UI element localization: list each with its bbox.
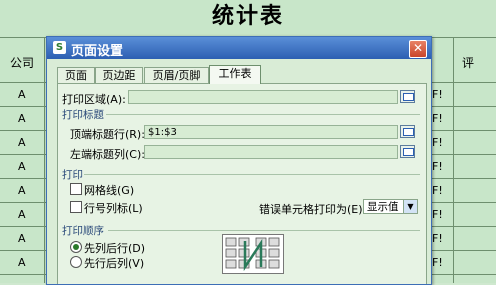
top-rows-field[interactable]: $1:$3 <box>144 125 398 139</box>
row-col-headers-label: 行号列标(L) <box>84 202 143 215</box>
cell-company[interactable]: A <box>18 112 26 125</box>
left-cols-field[interactable] <box>144 145 398 159</box>
left-cols-label: 左端标题列(C): <box>70 148 145 161</box>
tab-header-footer[interactable]: 页眉/页脚 <box>144 67 209 83</box>
top-rows-label: 顶端标题行(R): <box>70 128 145 141</box>
cell-rating[interactable]: F! <box>432 88 443 101</box>
column-header-company: 公司 <box>10 56 35 70</box>
cell-company[interactable]: A <box>18 256 26 269</box>
section-divider <box>84 174 420 175</box>
cell-rating[interactable]: F! <box>432 256 443 269</box>
cell-rating[interactable]: F! <box>432 232 443 245</box>
gridlines-checkbox[interactable] <box>70 183 82 195</box>
error-print-value: 显示值 <box>367 201 399 213</box>
cell-rating[interactable]: F! <box>432 184 443 197</box>
dialog-title: 页面设置 <box>71 44 124 59</box>
app-logo-icon: S <box>53 41 66 54</box>
tab-margins[interactable]: 页边距 <box>95 67 143 83</box>
top-rows-picker-icon[interactable] <box>400 125 415 138</box>
tab-sheet[interactable]: 工作表 <box>209 65 261 84</box>
column-header-rating: 评 <box>462 56 475 70</box>
error-print-label: 错误单元格打印为(E): <box>259 203 367 216</box>
left-cols-picker-icon[interactable] <box>400 145 415 158</box>
cell-rating[interactable]: F! <box>432 136 443 149</box>
print-area-field[interactable] <box>128 90 398 104</box>
cell-company[interactable]: A <box>18 232 26 245</box>
print-area-picker-icon[interactable] <box>400 90 415 103</box>
sheet-title: 统计表 <box>211 4 284 29</box>
cell-company[interactable]: A <box>18 136 26 149</box>
page-setup-dialog: S 页面设置 ✕ 页面 页边距 页眉/页脚 工作表 打印区域(A): 打印标题 … <box>46 36 432 285</box>
cell-rating[interactable]: F! <box>432 208 443 221</box>
order-down-then-over-label: 先列后行(D) <box>84 242 146 255</box>
section-divider <box>108 230 420 231</box>
order-over-then-down-label: 先行后列(V) <box>84 257 145 270</box>
close-button[interactable]: ✕ <box>409 40 427 58</box>
cell-company[interactable]: A <box>18 160 26 173</box>
section-divider <box>106 114 420 115</box>
dialog-titlebar[interactable]: S 页面设置 ✕ <box>47 37 431 59</box>
print-order-section-label: 打印顺序 <box>62 225 104 237</box>
chevron-down-icon: ▼ <box>403 200 417 213</box>
grid-line <box>453 37 454 283</box>
grid-line <box>44 37 45 283</box>
cell-company[interactable]: A <box>18 208 26 221</box>
print-area-label: 打印区域(A): <box>62 93 126 106</box>
order-over-then-down-radio[interactable] <box>70 256 82 268</box>
error-print-select[interactable]: 显示值 ▼ <box>363 199 418 214</box>
cell-rating[interactable]: F! <box>432 160 443 173</box>
print-section-label: 打印 <box>62 169 83 181</box>
gridlines-label: 网格线(G) <box>84 184 135 197</box>
sheet-tab-panel: 打印区域(A): 打印标题 顶端标题行(R): $1:$3 左端标题列(C): … <box>57 83 427 284</box>
print-titles-section-label: 打印标题 <box>62 109 104 121</box>
row-col-headers-checkbox[interactable] <box>70 201 82 213</box>
order-down-then-over-radio[interactable] <box>70 241 82 253</box>
tab-page[interactable]: 页面 <box>57 67 95 83</box>
cell-company[interactable]: A <box>18 88 26 101</box>
page-order-preview-icon <box>222 234 284 274</box>
cell-rating[interactable]: F! <box>432 112 443 125</box>
cell-company[interactable]: A <box>18 184 26 197</box>
